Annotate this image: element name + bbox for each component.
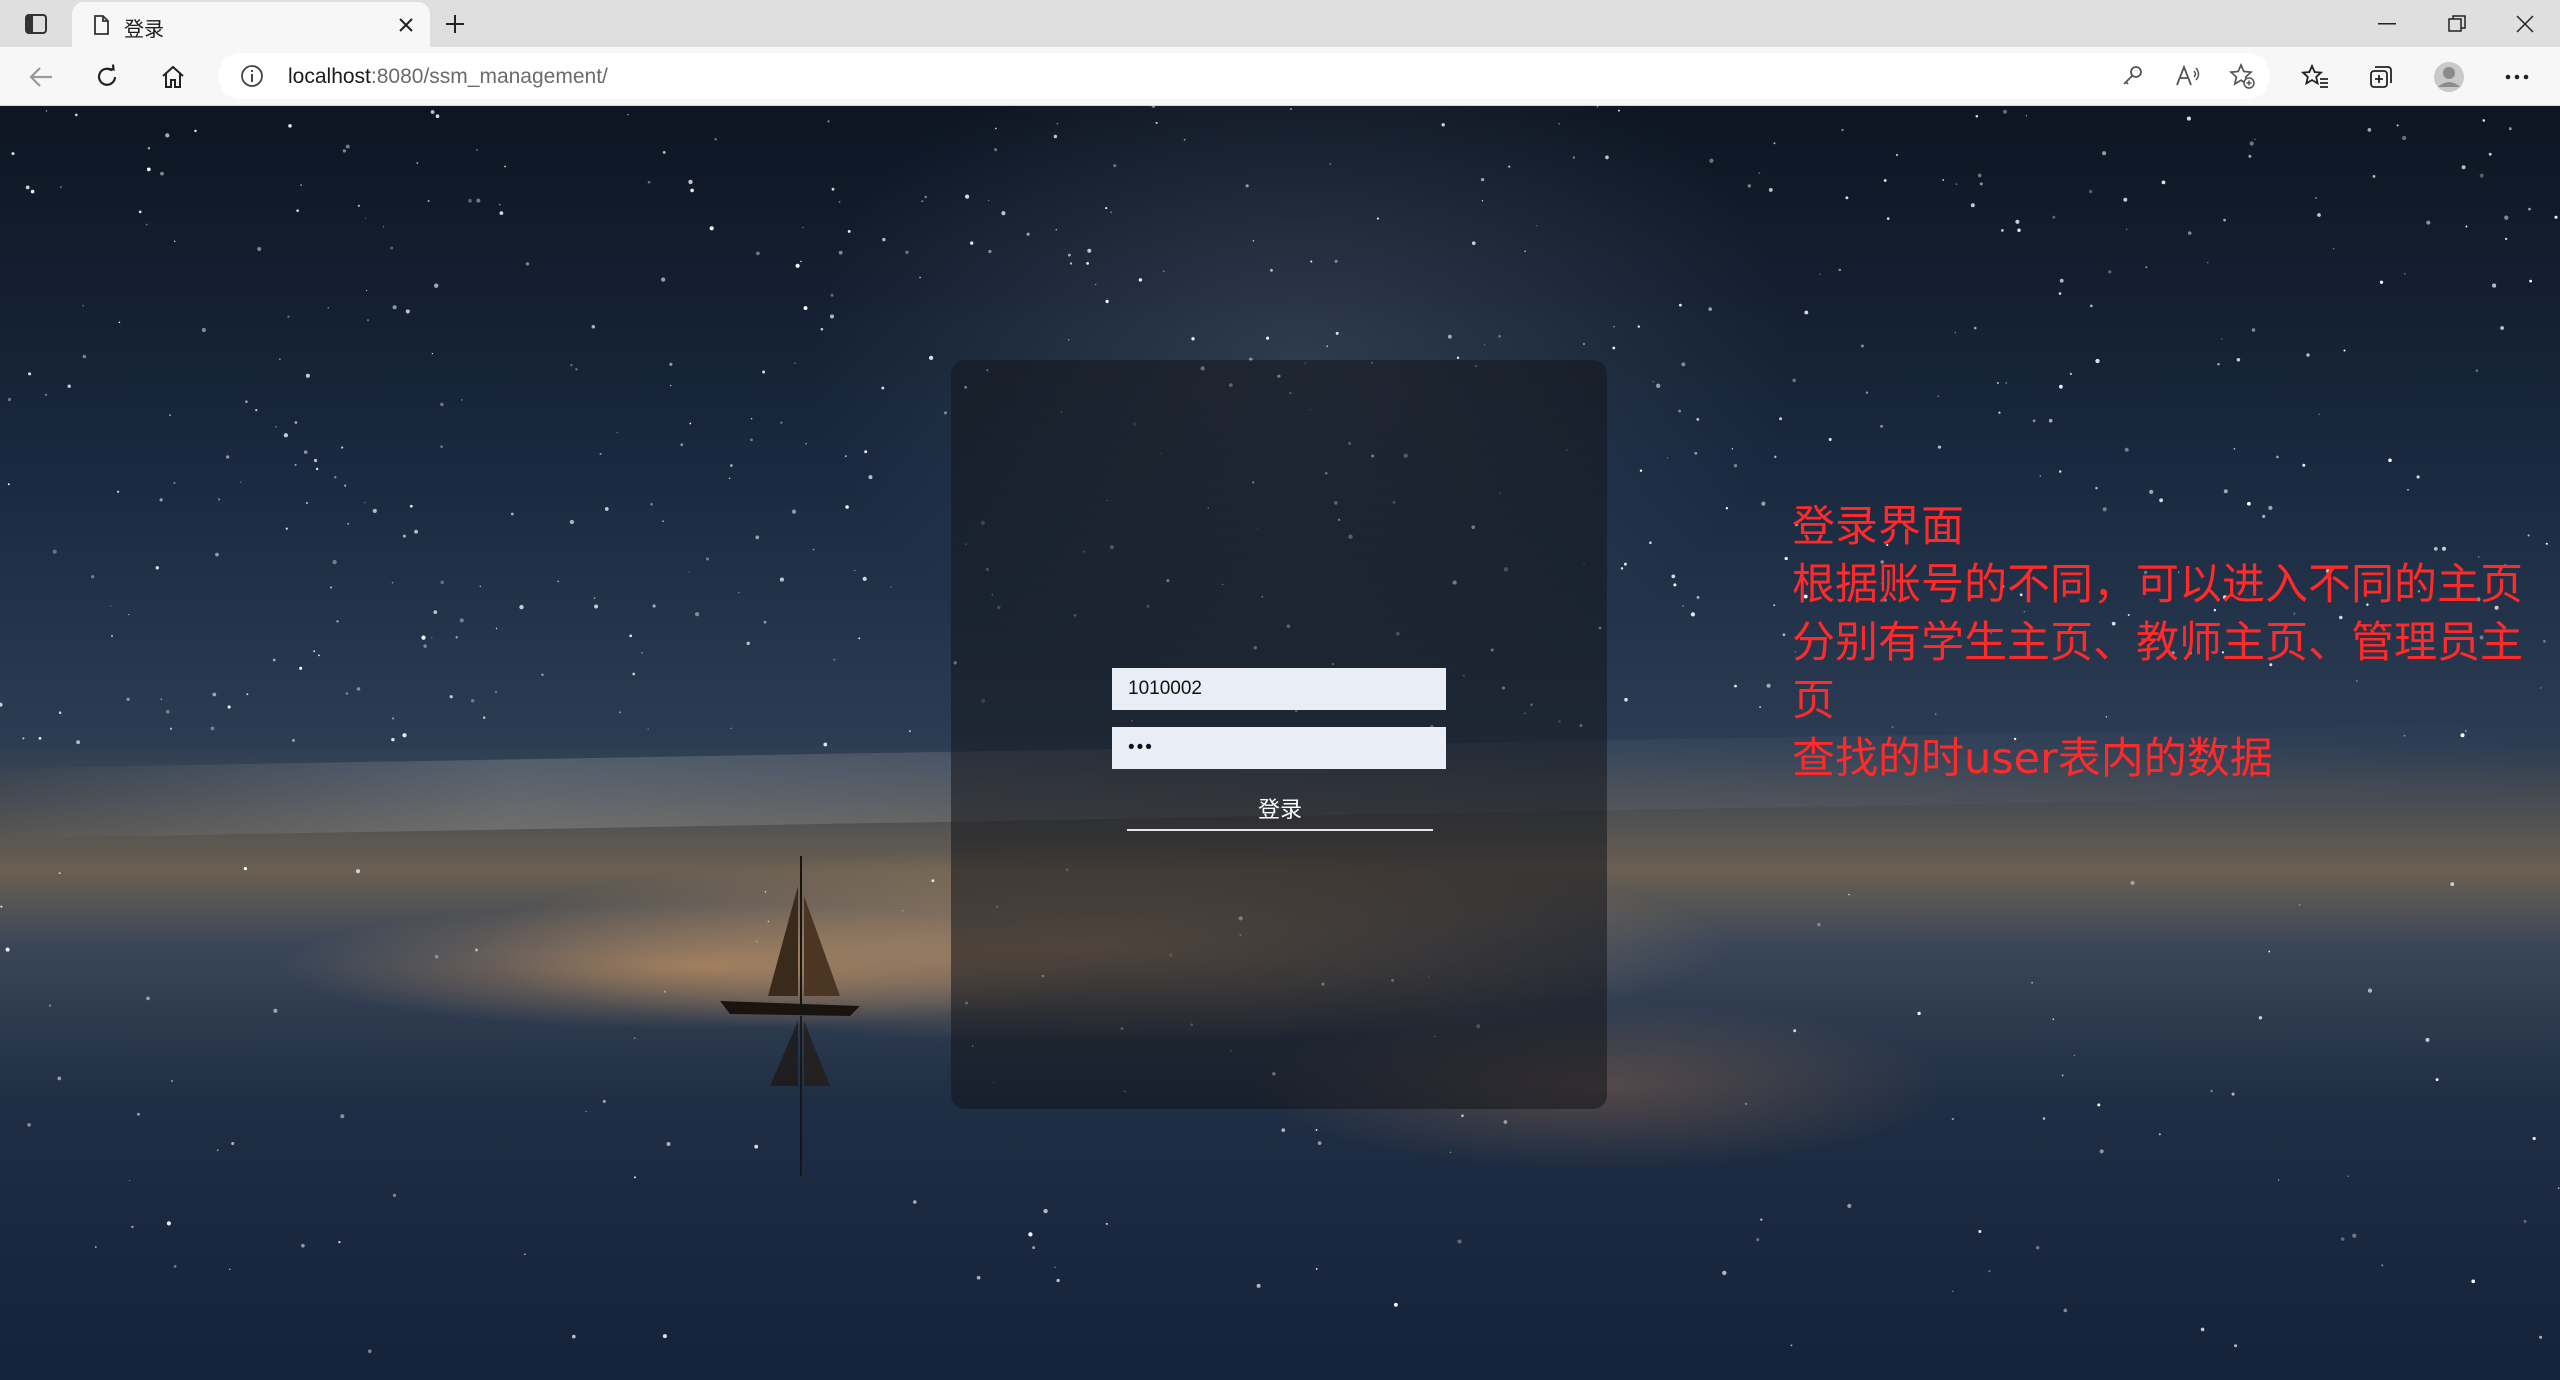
read-aloud-icon[interactable] — [2174, 62, 2202, 90]
annotation-line: 页 — [1792, 676, 1835, 726]
login-panel: 登录 — [951, 360, 1607, 1109]
url-host: localhost — [288, 65, 371, 88]
restore-icon[interactable] — [2422, 0, 2492, 47]
annotation-line: 根据账号的不同，可以进入不同的主页 — [1792, 560, 2523, 610]
more-options-icon[interactable] — [2498, 59, 2536, 95]
address-bar[interactable]: localhost:8080/ssm_management/ — [218, 53, 2270, 99]
refresh-icon[interactable] — [88, 59, 126, 95]
password-input[interactable] — [1112, 727, 1446, 769]
close-window-icon[interactable] — [2490, 0, 2560, 47]
annotation-line: 分别有学生主页、教师主页、管理员主 — [1792, 618, 2523, 668]
url-text: localhost:8080/ssm_management/ — [288, 65, 608, 89]
key-icon[interactable] — [2118, 62, 2146, 90]
sailboat-decoration — [720, 856, 860, 1176]
browser-tab-bar: 登录 — [0, 0, 2560, 47]
tab-title: 登录 — [124, 17, 164, 41]
close-icon[interactable] — [394, 13, 418, 37]
browser-tab[interactable]: 登录 — [72, 2, 430, 47]
new-tab-icon[interactable] — [440, 9, 470, 39]
browser-toolbar: localhost:8080/ssm_management/ — [0, 47, 2560, 106]
page-icon — [90, 14, 112, 36]
annotation-line: 查找的时user表内的数据 — [1792, 734, 2273, 784]
username-input[interactable] — [1112, 668, 1446, 710]
site-info-icon[interactable] — [240, 64, 264, 88]
collections-icon[interactable] — [2362, 59, 2400, 95]
annotation-line: 登录界面 — [1792, 502, 1964, 552]
url-path: :8080/ssm_management/ — [370, 65, 608, 88]
minimize-icon[interactable] — [2352, 0, 2422, 47]
tab-actions-icon[interactable] — [18, 10, 54, 38]
add-favorite-icon[interactable] — [2228, 62, 2256, 90]
login-button[interactable]: 登录 — [1127, 787, 1433, 831]
favorites-icon[interactable] — [2296, 59, 2334, 95]
home-icon[interactable] — [154, 59, 192, 95]
login-page-background: 登录 登录界面 根据账号的不同，可以进入不同的主页 分别有学生主页、教师主页、管… — [0, 106, 2560, 1380]
profile-avatar[interactable] — [2430, 59, 2468, 95]
annotation-note: 登录界面 根据账号的不同，可以进入不同的主页 分别有学生主页、教师主页、管理员主… — [1792, 498, 2552, 788]
back-icon[interactable] — [22, 59, 60, 95]
